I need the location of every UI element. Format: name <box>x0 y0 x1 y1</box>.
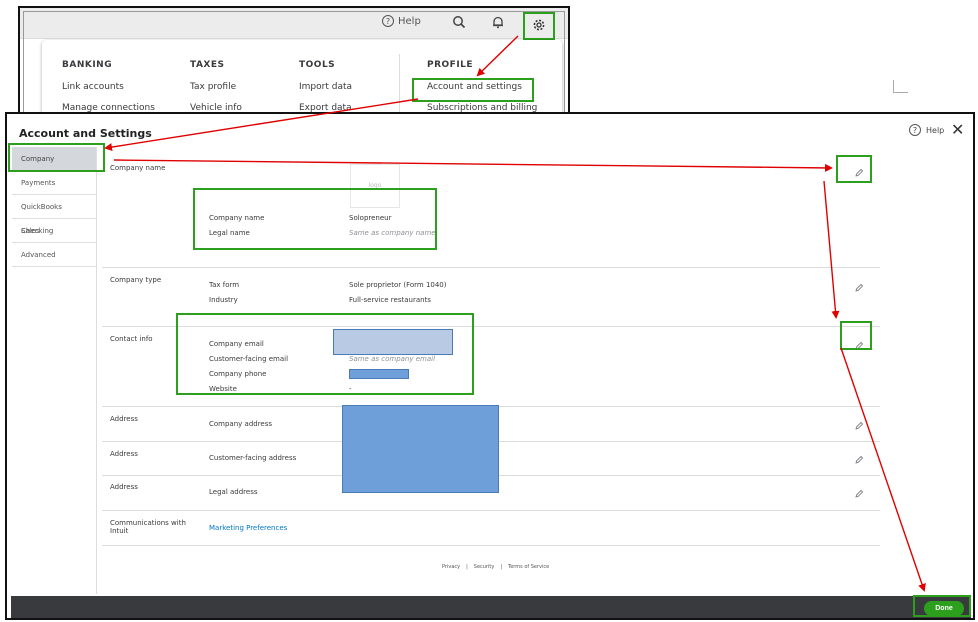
edit-pencil-icon[interactable] <box>854 484 864 498</box>
menu-heading: TAXES <box>190 60 225 70</box>
sidebar-item-advanced[interactable]: Advanced <box>12 243 96 267</box>
field-label-company-address: Company address <box>209 420 273 428</box>
bell-icon[interactable] <box>491 14 505 33</box>
menu-item-tax-profile[interactable]: Tax profile <box>190 82 242 92</box>
highlight-edit-company-name <box>836 155 872 183</box>
sidebar-item-quickbooks-checking[interactable]: QuickBooks Checking <box>12 195 96 235</box>
highlight-company-name-fields <box>193 188 437 250</box>
highlight-company-tab <box>8 143 105 172</box>
dialog-footer-bar <box>11 596 971 618</box>
done-button[interactable]: Done <box>924 601 964 616</box>
section-label: Company name <box>110 164 166 172</box>
close-icon[interactable]: ✕ <box>951 122 964 138</box>
section-label: Address <box>110 415 138 423</box>
field-label-tax-form: Tax form <box>209 281 240 289</box>
help-label: Help <box>398 15 421 27</box>
footer-links: Privacy | Security | Terms of Service <box>442 564 549 570</box>
field-value-industry: Full-service restaurants <box>349 296 431 304</box>
menu-column-taxes: TAXES Tax profile Vehicle info <box>190 60 242 114</box>
section-label: Address <box>110 450 138 458</box>
section-label: Company type <box>110 276 162 284</box>
gear-icon <box>532 17 546 36</box>
security-link[interactable]: Security <box>474 564 495 570</box>
help-icon: ? <box>382 15 394 27</box>
redacted-phone-box <box>349 369 409 379</box>
field-label-legal-address: Legal address <box>209 488 258 496</box>
gear-button[interactable] <box>523 12 555 40</box>
edit-pencil-icon[interactable] <box>854 450 864 464</box>
section-label: Communications with Intuit <box>110 519 186 535</box>
field-label-industry: Industry <box>209 296 238 304</box>
section-communications: Communications with Intuit Marketing Pre… <box>102 511 880 546</box>
menu-heading: PROFILE <box>427 60 474 70</box>
terms-of-service-link[interactable]: Terms of Service <box>508 564 549 570</box>
highlight-edit-contact-info <box>840 321 872 350</box>
help-button[interactable]: ? Help <box>382 15 421 27</box>
edit-pencil-icon[interactable] <box>854 416 864 430</box>
dialog-help-label: Help <box>926 125 945 135</box>
marketing-preferences-link[interactable]: Marketing Preferences <box>209 524 287 532</box>
menu-column-tools: TOOLS Import data Export data <box>299 60 352 114</box>
menu-column-banking: BANKING Link accounts Manage connections <box>62 60 155 114</box>
settings-sidebar: Company Payments QuickBooks Checking Sal… <box>12 147 97 594</box>
menu-item-link-accounts[interactable]: Link accounts <box>62 82 155 92</box>
account-settings-dialog: Account and Settings ? Help ✕ Company Pa… <box>5 112 975 620</box>
field-value-tax-form: Sole proprietor (Form 1040) <box>349 281 447 289</box>
highlight-account-and-settings <box>412 78 534 102</box>
footer-separator: | <box>466 564 468 570</box>
menu-heading: TOOLS <box>299 60 336 70</box>
search-icon[interactable] <box>452 14 466 33</box>
menu-heading: BANKING <box>62 60 113 70</box>
redacted-email-box <box>333 329 453 355</box>
edit-pencil-icon[interactable] <box>854 278 864 292</box>
gear-menu-screenshot: ? Help BANKING Link accounts Manage conn… <box>18 6 570 116</box>
section-label: Contact info <box>110 335 153 343</box>
sidebar-item-payments[interactable]: Payments <box>12 171 96 195</box>
menu-item-import-data[interactable]: Import data <box>299 82 352 92</box>
footer-separator: | <box>500 564 503 570</box>
dialog-help-button[interactable]: ? Help <box>909 124 944 136</box>
menu-divider <box>399 54 400 114</box>
field-label-customer-facing-address: Customer-facing address <box>209 454 297 462</box>
gear-menu-panel: BANKING Link accounts Manage connections… <box>42 40 562 114</box>
sidebar-item-sales[interactable]: Sales <box>12 219 96 243</box>
section-label: Address <box>110 483 138 491</box>
help-icon: ? <box>909 124 921 136</box>
crop-corner-mark <box>893 80 908 93</box>
redacted-address-box <box>342 405 499 493</box>
dialog-title: Account and Settings <box>19 127 152 140</box>
privacy-link[interactable]: Privacy <box>442 564 460 570</box>
